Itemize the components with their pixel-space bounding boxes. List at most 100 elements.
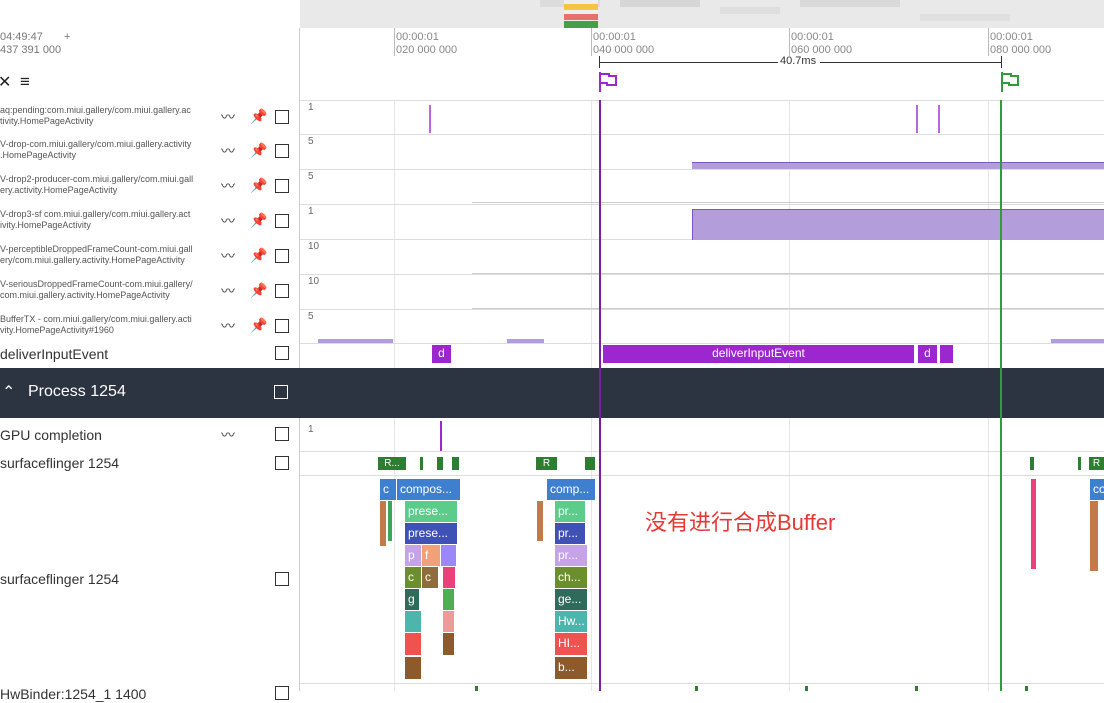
slice[interactable]: p [405,545,421,566]
deliver-input-track[interactable]: deliverInputEvent d deliverInputEvent d [0,343,1104,368]
process-group-header[interactable]: ⌃ Process 1254 [0,368,1104,418]
chart-line-icon[interactable]: 〰 [221,179,235,193]
track-name: V-drop-com.miui.gallery/com.miui.gallery… [0,139,192,160]
track-name: GPU completion [0,427,102,443]
chevron-up-icon[interactable]: ⌃ [2,382,15,402]
track-name: V-perceptibleDroppedFrameCount-com.miui.… [0,244,193,265]
surfaceflinger-main-track[interactable]: surfaceflinger 1254 c compos... prese...… [0,475,1104,684]
sort-icon[interactable]: ≡ [20,72,30,92]
pin-icon[interactable]: 📌 [250,318,267,332]
timeline-header-left: 04:49:47 + 437 391 000 ✕ ≡ [0,28,300,101]
counter-track[interactable]: V-drop3-sf com.miui.gallery/com.miui.gal… [0,204,1104,240]
slice[interactable]: HI... [555,633,587,655]
track-checkbox[interactable] [275,284,289,298]
slice[interactable]: ge... [555,589,587,610]
slice[interactable]: R... [378,457,406,470]
track-checkbox[interactable] [275,249,289,263]
slice[interactable]: prese... [405,523,457,544]
counter-track[interactable]: BufferTX - com.miui.gallery/com.miui.gal… [0,309,1104,344]
slice[interactable]: comp... [547,479,595,500]
counter-track[interactable]: V-drop2-producer-com.miui.gallery/com.mi… [0,169,1104,205]
track-checkbox[interactable] [275,686,289,700]
tick-label: 080 000 000 [990,44,1052,56]
time-ruler[interactable]: 00:00:01 020 000 000 00:00:01 040 000 00… [300,28,1104,101]
chart-line-icon[interactable]: 〰 [221,144,235,158]
track-name: V-drop2-producer-com.miui.gallery/com.mi… [0,174,194,195]
track-checkbox[interactable] [275,346,289,360]
pin-icon[interactable]: 📌 [250,283,267,297]
track-checkbox[interactable] [275,110,289,124]
process-title: Process 1254 [28,383,126,400]
collapse-all-icon[interactable]: ✕ [0,72,11,92]
slice[interactable]: compos... [397,479,460,500]
track-checkbox[interactable] [275,427,289,441]
counter-track[interactable]: V-drop-com.miui.gallery/com.miui.gallery… [0,134,1104,170]
slice[interactable]: f [422,545,440,566]
slice[interactable]: d [432,345,451,363]
track-checkbox[interactable] [275,214,289,228]
slice[interactable]: R [536,457,557,470]
annotation-text: 没有进行合成Buffer [645,510,836,535]
tick-label: 020 000 000 [396,44,458,56]
slice[interactable]: pr... [555,523,585,544]
track-checkbox[interactable] [275,179,289,193]
chart-line-icon[interactable]: 〰 [221,284,235,298]
track-scale: 1 [308,424,314,435]
slice[interactable]: g [405,589,419,610]
slice[interactable]: d [918,345,937,363]
measure-end [1001,56,1002,68]
chart-line-icon[interactable]: 〰 [221,214,235,228]
slice[interactable]: R [1089,457,1104,470]
slice[interactable]: co [1090,479,1104,500]
counter-track[interactable]: aq:pending:com.miui.gallery/com.miui.gal… [0,100,1104,135]
slice[interactable]: c [405,567,421,588]
slice[interactable]: b... [555,657,587,679]
timestamp-line1: 04:49:47 [0,31,43,43]
slice[interactable]: deliverInputEvent [603,345,914,363]
green-marker-line [1000,100,1002,691]
purple-flag-icon[interactable] [597,71,619,93]
track-checkbox[interactable] [275,572,289,586]
chart-line-icon[interactable]: 〰 [221,249,235,263]
track-name: surfaceflinger 1254 [0,571,120,587]
tick-label: 00:00:01 [396,31,439,43]
track-scale: 1 [308,206,314,217]
slice[interactable]: ch... [555,567,587,588]
tick-label: 00:00:01 [791,31,834,43]
purple-marker-line [599,100,601,691]
track-scale: 10 [308,276,320,287]
track-checkbox[interactable] [275,456,289,470]
process-checkbox[interactable] [274,385,288,399]
slice[interactable]: c [380,479,396,500]
slice[interactable]: pr... [555,545,587,566]
hwbinder-track[interactable]: HwBinder:1254_1 1400 [0,683,1104,702]
pin-icon[interactable]: 📌 [250,178,267,192]
surfaceflinger-thread-track[interactable]: surfaceflinger 1254 R... R R [0,451,1104,476]
track-scale: 1 [308,102,314,113]
slice[interactable]: c [422,567,438,588]
pin-icon[interactable]: 📌 [250,248,267,262]
pin-icon[interactable]: 📌 [250,143,267,157]
chart-line-icon[interactable]: 〰 [221,319,235,333]
track-name: V-drop3-sf com.miui.gallery/com.miui.gal… [0,209,191,230]
slice[interactable]: Hw... [555,611,587,632]
tick-label: 00:00:01 [990,31,1033,43]
counter-track[interactable]: V-perceptibleDroppedFrameCount-com.miui.… [0,239,1104,275]
track-scale: 5 [308,171,314,182]
track-scale: 5 [308,311,314,322]
slice[interactable]: pr... [555,501,585,522]
pin-icon[interactable]: 📌 [250,213,267,227]
counter-track[interactable]: V-seriousDroppedFrameCount-com.miui.gall… [0,274,1104,310]
track-checkbox[interactable] [275,144,289,158]
pin-icon[interactable]: 📌 [250,109,267,123]
track-name: deliverInputEvent [0,346,109,362]
measure-label: 40.7ms [780,55,817,67]
gpu-completion-track[interactable]: GPU completion 〰 1 [0,418,1104,452]
green-flag-icon[interactable] [999,71,1021,93]
chart-line-icon[interactable]: 〰 [221,110,235,124]
slice[interactable]: prese... [405,501,457,522]
chart-line-icon[interactable]: 〰 [221,428,235,442]
timeline-overview[interactable] [300,0,1104,28]
track-checkbox[interactable] [275,319,289,333]
track-name: surfaceflinger 1254 [0,455,120,471]
